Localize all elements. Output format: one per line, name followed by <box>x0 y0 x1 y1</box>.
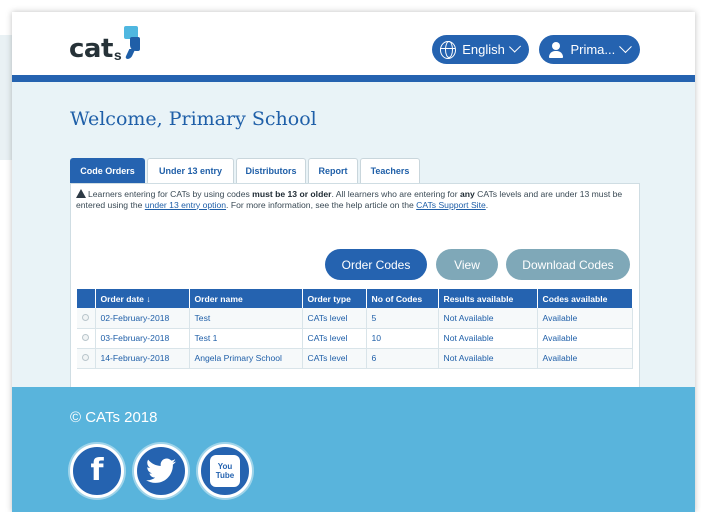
orders-table: Order date ↓ Order name Order type No of… <box>77 289 633 369</box>
youtube-glyph: You Tube <box>210 455 240 487</box>
page-title: Welcome, Primary School <box>70 108 317 130</box>
results-available-cell: Not Available <box>438 348 538 369</box>
row-select[interactable] <box>77 308 96 329</box>
column-header-no-of-codes[interactable]: No of Codes <box>366 289 439 308</box>
order-name-cell: Test 1 <box>189 328 303 349</box>
speech-bubble-icon <box>123 26 144 62</box>
user-icon <box>547 41 564 59</box>
column-header-order-type[interactable]: Order type <box>302 289 367 308</box>
select-column-header <box>77 289 96 308</box>
order-date-cell: 14-February-2018 <box>95 348 190 369</box>
column-header-results-available[interactable]: Results available <box>438 289 538 308</box>
order-type-cell: CATs level <box>302 348 367 369</box>
user-label: Prima... <box>570 42 616 57</box>
twitter-bird-icon <box>146 458 176 483</box>
codes-available-cell: Available <box>537 308 633 329</box>
codes-available-cell: Available <box>537 348 633 369</box>
facebook-glyph: f <box>90 453 104 488</box>
header-divider <box>12 75 695 82</box>
order-type-cell: CATs level <box>302 308 367 329</box>
row-select[interactable] <box>77 328 96 349</box>
order-type-cell: CATs level <box>302 328 367 349</box>
column-header-order-date[interactable]: Order date ↓ <box>95 289 190 308</box>
site-header: cat s English Prima... <box>12 12 695 75</box>
logo-suffix: s <box>113 47 122 63</box>
results-available-cell: Not Available <box>438 328 538 349</box>
chevron-down-icon <box>619 40 632 53</box>
tab-code-orders[interactable]: Code Orders <box>70 158 145 183</box>
under-13-entry-link[interactable]: under 13 entry option <box>145 200 226 210</box>
row-select[interactable] <box>77 348 96 369</box>
order-name-cell: Angela Primary School <box>189 348 303 369</box>
column-header-order-name[interactable]: Order name <box>189 289 303 308</box>
user-menu[interactable]: Prima... <box>539 35 640 64</box>
no-of-codes-cell: 6 <box>366 348 439 369</box>
twitter-icon[interactable] <box>134 444 188 498</box>
view-button[interactable]: View <box>436 249 498 280</box>
language-selector[interactable]: English <box>432 35 529 64</box>
app-window: cat s English Prima... Welcome, Primary … <box>12 12 695 512</box>
tab-distributors[interactable]: Distributors <box>236 158 306 183</box>
copyright-text: © CATs 2018 <box>70 409 158 426</box>
codes-available-cell: Available <box>537 328 633 349</box>
order-name-cell: Test <box>189 308 303 329</box>
radio-button[interactable] <box>82 354 90 361</box>
globe-icon <box>440 40 457 59</box>
chevron-down-icon <box>508 40 521 53</box>
logo-text: cat <box>69 34 113 64</box>
language-label: English <box>462 42 505 57</box>
order-date-cell: 03-February-2018 <box>95 328 190 349</box>
table-row[interactable]: 02-February-2018 Test CATs level 5 Not A… <box>77 308 633 329</box>
warning-icon <box>76 189 86 198</box>
site-footer: © CATs 2018 f You Tube <box>12 387 695 512</box>
table-row[interactable]: 14-February-2018 Angela Primary School C… <box>77 348 633 369</box>
code-orders-panel: Learners entering for CATs by using code… <box>70 183 640 390</box>
age-notice: Learners entering for CATs by using code… <box>76 189 623 210</box>
tab-teachers[interactable]: Teachers <box>360 158 420 183</box>
table-header-row: Order date ↓ Order name Order type No of… <box>77 289 633 308</box>
youtube-icon[interactable]: You Tube <box>198 444 252 498</box>
tab-report[interactable]: Report <box>308 158 358 183</box>
order-codes-button[interactable]: Order Codes <box>325 249 427 280</box>
radio-button[interactable] <box>82 313 90 321</box>
no-of-codes-cell: 5 <box>366 308 439 329</box>
tab-bar: Code Orders Under 13 entry Distributors … <box>70 158 422 183</box>
cats-logo[interactable]: cat s <box>69 26 144 62</box>
radio-button[interactable] <box>82 334 90 341</box>
column-header-codes-available[interactable]: Codes available <box>537 289 633 308</box>
table-row[interactable]: 03-February-2018 Test 1 CATs level 10 No… <box>77 328 633 349</box>
results-available-cell: Not Available <box>438 308 538 329</box>
facebook-icon[interactable]: f <box>70 444 124 498</box>
no-of-codes-cell: 10 <box>366 328 439 349</box>
support-site-link[interactable]: CATs Support Site <box>416 200 486 210</box>
download-codes-button[interactable]: Download Codes <box>506 249 630 280</box>
tab-under-13-entry[interactable]: Under 13 entry <box>147 158 234 183</box>
order-date-cell: 02-February-2018 <box>95 308 190 329</box>
main-content: Welcome, Primary School Code Orders Unde… <box>12 82 695 390</box>
